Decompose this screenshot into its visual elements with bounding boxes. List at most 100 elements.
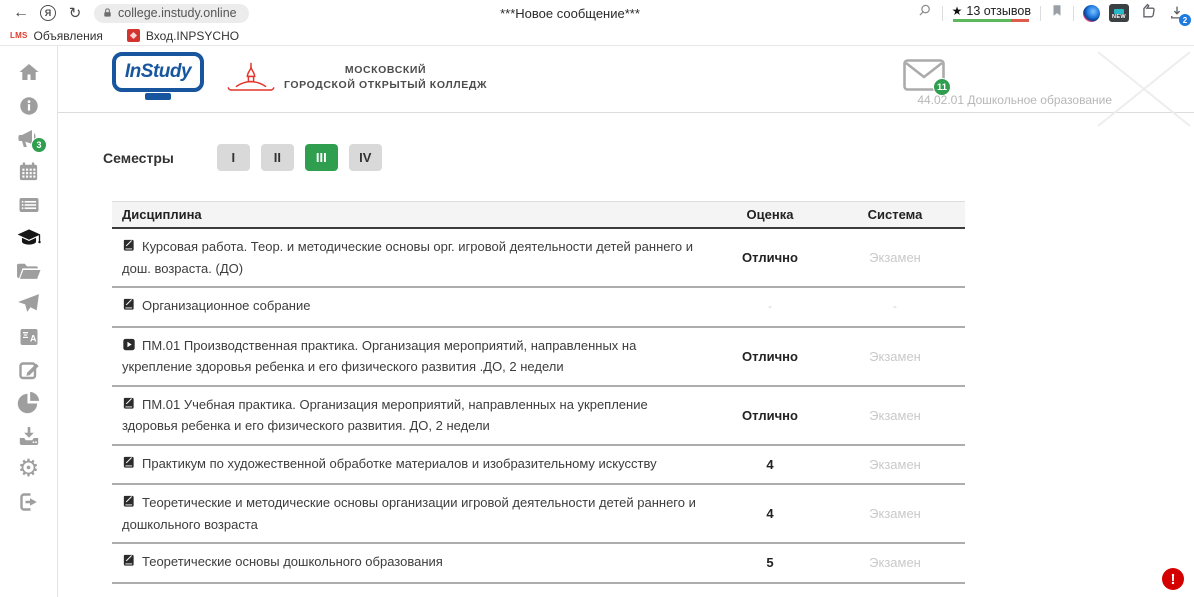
reload-button[interactable] <box>62 2 88 24</box>
sidebar-item-statistics[interactable] <box>0 386 57 419</box>
lms-favicon: LMS <box>10 31 28 40</box>
extension-new-label: NEW <box>1112 15 1126 21</box>
grade-value: - <box>715 301 825 313</box>
book-icon <box>122 553 136 574</box>
book-icon <box>122 297 136 318</box>
semester-tab-4[interactable]: IV <box>349 144 382 171</box>
discipline-text: ПМ.01 Производственная практика. Организ… <box>122 338 636 375</box>
edit-icon <box>17 358 41 382</box>
discipline-text: Курсовая работа. Теор. и методические ос… <box>122 239 693 276</box>
discipline-text: ПМ.01 Учебная практика. Организация меро… <box>122 397 648 434</box>
bookmark-inpsycho[interactable]: Вход.INPSYCHO <box>127 29 239 43</box>
list-card-icon <box>17 193 41 217</box>
sidebar-item-info[interactable] <box>0 89 57 122</box>
bookmark-label: Объявления <box>34 29 103 43</box>
browser-logo-icon[interactable] <box>40 5 56 21</box>
content-area: Семестры I II III IV Дисциплина Оценка С… <box>58 113 1194 584</box>
table-row: Теоретические основы дошкольного образов… <box>112 544 965 584</box>
book-icon <box>122 494 136 515</box>
table-row: Теоретические и методические основы орга… <box>112 485 965 544</box>
extension-hand-icon[interactable] <box>1138 1 1157 25</box>
url-text: college.instudy.online <box>118 6 237 20</box>
table-row: ПМ.01 Производственная практика. Организ… <box>112 328 965 387</box>
sidebar-item-downloads[interactable] <box>0 419 57 452</box>
book-icon <box>122 455 136 476</box>
reviews-widget[interactable]: 13 отзывов <box>952 4 1031 22</box>
bookmarks-bar: LMS Объявления Вход.INPSYCHO <box>0 26 1194 46</box>
sidebar-item-messages[interactable] <box>0 287 57 320</box>
lock-icon <box>102 7 113 19</box>
app-header: InStudy Московский <box>58 46 1194 113</box>
star-icon <box>952 4 963 18</box>
grade-value: 4 <box>715 506 825 521</box>
system-value: Экзамен <box>825 408 965 423</box>
system-value: Экзамен <box>825 457 965 472</box>
play-icon <box>122 337 136 358</box>
sidebar-item-settings[interactable] <box>0 452 57 485</box>
grade-value: Отлично <box>715 349 825 364</box>
discipline-text: Теоретические и методические основы орга… <box>122 495 696 532</box>
book-icon <box>122 396 136 417</box>
mail-button[interactable]: 11 <box>903 59 945 91</box>
col-header-discipline: Дисциплина <box>112 207 715 222</box>
instudy-logo-text: InStudy <box>125 61 191 83</box>
sidebar-nav: 3 A <box>0 46 58 597</box>
bookmark-announcements[interactable]: LMS Объявления <box>10 29 103 43</box>
college-logo: Московский городской открытый колледж <box>226 52 487 104</box>
folder-open-icon <box>16 258 41 283</box>
page-title: ***Новое сообщение*** <box>500 6 640 21</box>
toolbar-separator <box>1040 6 1041 21</box>
discipline-text: Теоретические основы дошкольного образов… <box>142 554 443 569</box>
system-value: Экзамен <box>825 506 965 521</box>
sidebar-item-announcements[interactable]: 3 <box>0 122 57 155</box>
instudy-logo-stand <box>145 93 171 100</box>
reviews-rating-bar <box>953 19 1029 22</box>
search-icon[interactable] <box>916 2 933 24</box>
sidebar-item-files[interactable] <box>0 254 57 287</box>
discipline-text: Организационное собрание <box>142 298 310 313</box>
crest-favicon <box>127 29 140 42</box>
semesters-label: Семестры <box>103 150 174 166</box>
bookmark-label: Вход.INPSYCHO <box>146 29 239 43</box>
pie-chart-icon <box>16 390 41 415</box>
semester-tab-3-active[interactable]: III <box>305 144 338 171</box>
sidebar-item-journal[interactable] <box>0 188 57 221</box>
sidebar-item-grades[interactable] <box>0 221 57 254</box>
sidebar-item-edit[interactable] <box>0 353 57 386</box>
system-value: Экзамен <box>825 555 965 570</box>
gear-icon <box>18 457 40 481</box>
download-tray-icon <box>17 424 41 448</box>
address-bar[interactable]: college.instudy.online <box>94 4 249 23</box>
program-name: 44.02.01 Дошкольное образование <box>917 93 1112 107</box>
college-name-line2: городской открытый колледж <box>284 78 487 93</box>
back-button[interactable] <box>8 2 34 24</box>
book-icon <box>122 238 136 259</box>
sidebar-item-calendar[interactable] <box>0 155 57 188</box>
info-icon <box>18 95 40 117</box>
alert-notification-button[interactable]: ! <box>1162 568 1184 590</box>
extension-new-icon[interactable]: NEW <box>1109 4 1129 22</box>
sidebar-item-translate[interactable]: A <box>0 320 57 353</box>
table-row: ПМ.01 Учебная практика. Организация меро… <box>112 387 965 446</box>
sidebar-item-logout[interactable] <box>0 485 57 518</box>
toolbar-separator <box>1073 6 1074 21</box>
table-row: Организационное собрание - - <box>112 288 965 328</box>
semester-tab-2[interactable]: II <box>261 144 294 171</box>
sidebar-item-home[interactable] <box>0 56 57 89</box>
bookmark-flag-icon[interactable] <box>1050 2 1064 24</box>
extension-orb-icon[interactable] <box>1083 5 1100 22</box>
downloads-button[interactable]: 2 <box>1166 2 1188 24</box>
announcements-badge: 3 <box>31 137 47 153</box>
semester-tab-1[interactable]: I <box>217 144 250 171</box>
instudy-logo[interactable]: InStudy <box>112 52 204 100</box>
downloads-badge: 2 <box>1179 14 1191 26</box>
kremlin-tower-icon <box>226 52 276 104</box>
browser-toolbar: college.instudy.online ***Новое сообщени… <box>0 0 1194 26</box>
toolbar-separator <box>942 6 943 21</box>
reviews-count: 13 отзывов <box>966 4 1031 18</box>
system-value: - <box>825 301 965 313</box>
main-area: InStudy Московский <box>58 46 1194 597</box>
calendar-icon <box>17 160 40 183</box>
system-value: Экзамен <box>825 250 965 265</box>
grades-table: Дисциплина Оценка Система Курсовая работ… <box>112 201 965 584</box>
